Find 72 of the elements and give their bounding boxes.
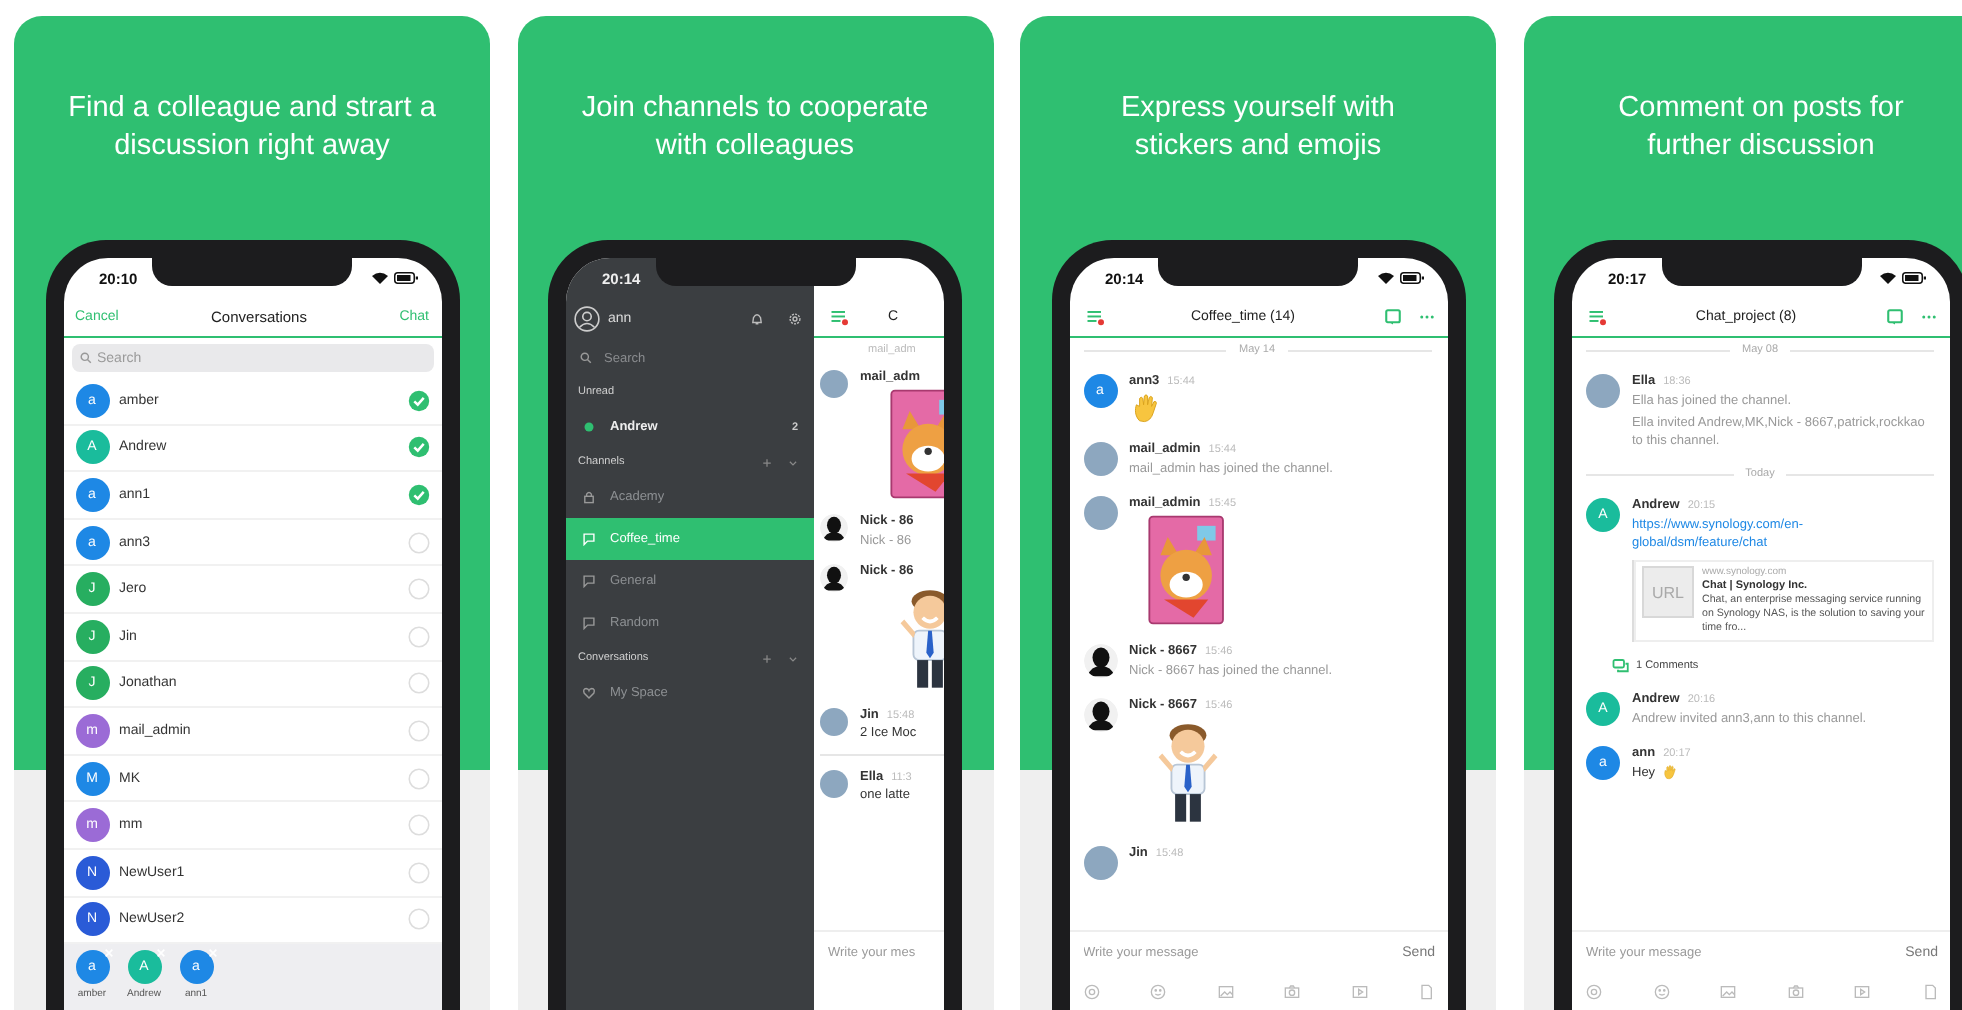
search-icon <box>79 352 91 364</box>
file-icon[interactable] <box>1418 984 1435 1000</box>
silhouette-avatar <box>820 564 848 592</box>
emoji-icon[interactable] <box>1653 984 1670 1000</box>
mention-icon[interactable] <box>1586 984 1602 1000</box>
headline: Find a colleague and strart a discussion right away <box>68 90 436 166</box>
empty-circle-icon[interactable] <box>407 814 429 837</box>
empty-circle-icon[interactable] <box>407 767 429 790</box>
remove-icon[interactable] <box>155 948 165 959</box>
waving-hand-icon <box>1129 392 1161 424</box>
preview-thumbnail: URL <box>1642 566 1694 618</box>
plus-icon[interactable] <box>762 457 772 467</box>
battery-icon <box>1399 272 1423 284</box>
mention-icon[interactable] <box>1083 984 1099 1000</box>
avatar-photo-placeholder <box>820 370 848 398</box>
camera-icon[interactable] <box>1787 984 1804 1000</box>
status-dot-icon <box>582 420 596 434</box>
comments-icon <box>1612 658 1630 674</box>
chat-bubble-icon[interactable] <box>1383 308 1401 326</box>
wifi-icon <box>1880 272 1896 284</box>
avatar-photo-placeholder <box>1083 442 1117 476</box>
avatar-photo-placeholder <box>820 708 848 736</box>
empty-circle-icon[interactable] <box>407 908 429 931</box>
checked-circle-icon[interactable] <box>407 436 429 459</box>
wifi-icon <box>371 272 387 284</box>
menu-icon[interactable] <box>830 308 848 326</box>
empty-circle-icon[interactable] <box>407 578 429 601</box>
chevron-down-icon[interactable] <box>788 653 798 663</box>
speech-bubble-icon <box>582 574 596 588</box>
chevron-down-icon[interactable] <box>788 457 798 467</box>
image-icon[interactable] <box>1720 984 1737 1000</box>
camera-icon[interactable] <box>1284 984 1301 1000</box>
checked-circle-icon[interactable] <box>407 389 429 412</box>
video-icon[interactable] <box>1351 984 1368 1000</box>
headline: Comment on posts for further discussion <box>1618 90 1904 166</box>
silhouette-avatar <box>820 514 848 542</box>
battery-icon <box>1902 272 1926 284</box>
empty-circle-icon[interactable] <box>407 625 429 648</box>
plus-icon[interactable] <box>762 653 772 663</box>
wifi-icon <box>1377 272 1393 284</box>
waving-hand-icon <box>1661 764 1678 780</box>
checked-circle-icon[interactable] <box>407 483 429 506</box>
remove-icon[interactable] <box>207 948 217 959</box>
avatar-photo-placeholder <box>1083 496 1117 530</box>
avatar-photo-placeholder <box>1586 374 1620 408</box>
silhouette-avatar <box>1083 698 1117 732</box>
file-icon[interactable] <box>1921 984 1938 1000</box>
menu-icon[interactable] <box>1588 308 1606 326</box>
emoji-icon[interactable] <box>1150 984 1167 1000</box>
menu-icon[interactable] <box>1085 308 1103 326</box>
image-icon[interactable] <box>1217 984 1234 1000</box>
silhouette-avatar <box>1083 644 1117 678</box>
search-icon <box>580 352 592 364</box>
speech-bubble-icon <box>582 532 596 546</box>
headline: Join channels to cooperate with colleagues <box>581 90 929 166</box>
battery-icon <box>393 272 417 284</box>
settings-icon[interactable] <box>788 311 802 325</box>
empty-circle-icon[interactable] <box>407 861 429 884</box>
empty-circle-icon[interactable] <box>407 531 429 554</box>
headline: Express yourself with stickers and emojis <box>1121 90 1395 166</box>
speech-bubble-icon <box>582 616 596 630</box>
chat-bubble-icon[interactable] <box>1886 308 1904 326</box>
avatar-photo-placeholder <box>820 770 848 798</box>
remove-icon[interactable] <box>103 948 113 959</box>
user-icon[interactable] <box>574 305 600 331</box>
empty-circle-icon[interactable] <box>407 672 429 695</box>
bell-icon[interactable] <box>750 311 764 325</box>
heart-icon <box>582 686 596 700</box>
lock-icon <box>582 490 596 504</box>
avatar-photo-placeholder <box>1083 846 1117 880</box>
empty-circle-icon[interactable] <box>407 719 429 742</box>
video-icon[interactable] <box>1854 984 1871 1000</box>
